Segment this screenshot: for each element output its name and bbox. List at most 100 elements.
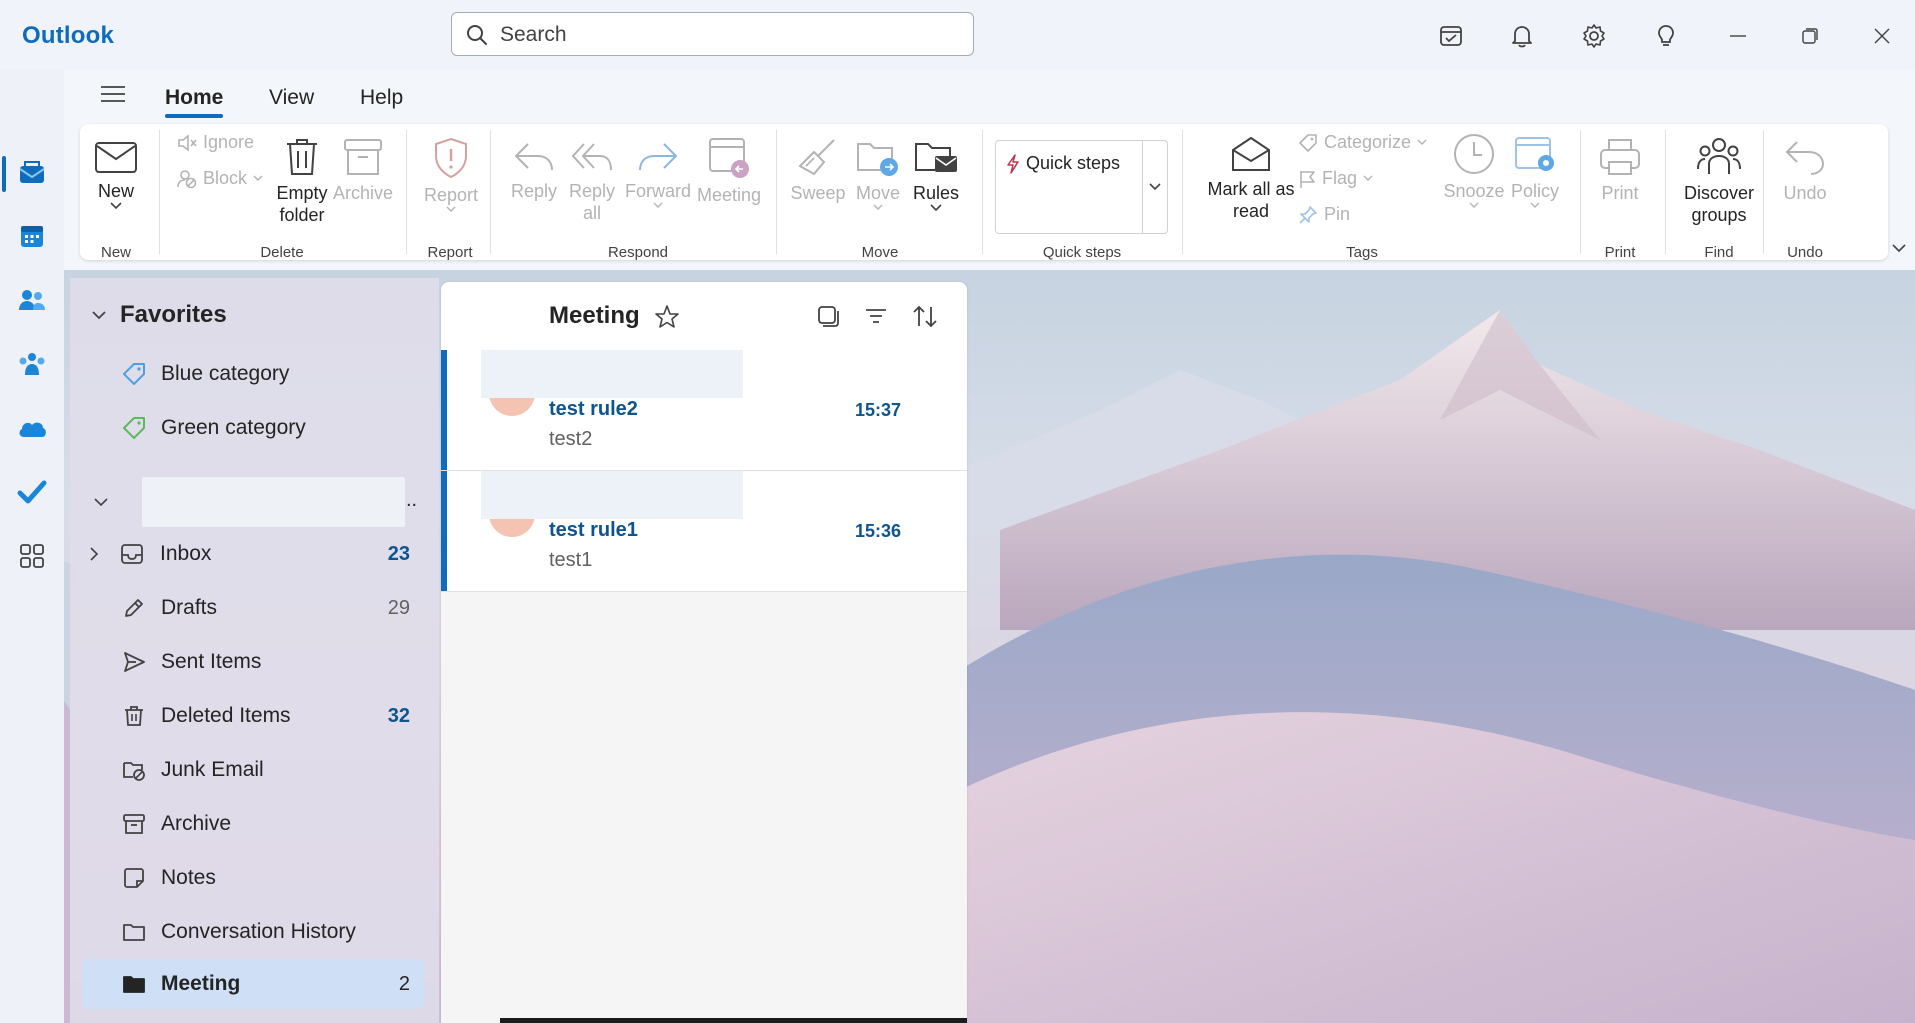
discover-groups-button[interactable]: Discover groups (1670, 136, 1768, 226)
quick-steps-expand-button[interactable] (1142, 141, 1167, 233)
more-apps-button[interactable] (0, 526, 64, 586)
folder-conversation-history[interactable]: Conversation History (82, 907, 424, 957)
search-input[interactable] (498, 19, 962, 51)
minimize-button[interactable] (1720, 18, 1756, 54)
reply-with-meeting-button[interactable]: Meeting (692, 136, 766, 206)
group-label-quick-steps: Quick steps (1042, 244, 1122, 261)
snooze-button[interactable]: Snooze (1442, 132, 1506, 213)
tips-button[interactable] (1648, 18, 1684, 54)
rules-button[interactable]: Rules (906, 136, 966, 216)
chevron-down-icon (1417, 139, 1427, 145)
print-button[interactable]: Print (1588, 136, 1652, 204)
folder-meeting[interactable]: Meeting 2 (82, 959, 424, 1009)
settings-button[interactable] (1576, 18, 1612, 54)
apps-grid-icon (20, 544, 44, 568)
tab-help[interactable]: Help (360, 86, 403, 110)
group-divider (1665, 130, 1666, 254)
chevron-down-icon (930, 204, 942, 212)
envelope-icon (95, 142, 137, 173)
account-header[interactable]: .. (92, 477, 422, 527)
reply-arrow-icon (514, 143, 553, 171)
sort-button[interactable] (911, 304, 939, 335)
folder-label: Blue category (161, 362, 290, 385)
empty-folder-button[interactable]: Empty folder (272, 136, 332, 226)
groups-app-button[interactable] (0, 334, 64, 394)
folder-deleted-items[interactable]: Deleted Items 32 (82, 691, 424, 741)
folder-junk-email[interactable]: Junk Email (82, 745, 424, 795)
block-label: Block (203, 168, 248, 188)
my-day-button[interactable] (1433, 18, 1469, 54)
block-button[interactable]: Block (177, 168, 263, 189)
favorites-title: Favorites (120, 301, 227, 328)
folder-drafts[interactable]: Drafts 29 (82, 583, 424, 633)
quick-steps-gallery[interactable]: Quick steps (995, 140, 1168, 234)
junk-folder-icon (123, 762, 145, 781)
tag-icon (123, 363, 145, 385)
pencil-icon (125, 599, 143, 617)
favorite-toggle-button[interactable] (654, 304, 680, 335)
group-divider (1182, 130, 1183, 254)
group-label-new: New (100, 244, 131, 261)
quick-steps-item[interactable]: Quick steps (1006, 153, 1120, 174)
message-time: 15:36 (854, 521, 901, 541)
navigation-toggle-button[interactable] (100, 84, 126, 109)
calendar-app-button[interactable] (0, 206, 64, 266)
categorize-button[interactable]: Categorize (1298, 132, 1427, 153)
undo-label: Undo (1783, 183, 1827, 203)
ignore-button[interactable]: Ignore (177, 132, 254, 153)
ribbon-expand-button[interactable] (1892, 240, 1906, 258)
calendar-reply-icon (709, 138, 749, 178)
forward-button[interactable]: Forward (622, 136, 694, 213)
mark-all-read-label: Mark all as read (1207, 179, 1295, 221)
title-bar: Outlook (0, 0, 1915, 70)
chevron-down-icon (1892, 244, 1906, 253)
restore-button[interactable] (1792, 18, 1828, 54)
report-label: Report (423, 185, 479, 205)
chevron-down-icon (110, 202, 122, 210)
group-label-delete: Delete (260, 244, 304, 261)
message-item[interactable]: test rule2 test2 15:37 (441, 350, 967, 471)
mail-app-button[interactable] (0, 142, 64, 202)
folder-filled-icon (123, 976, 145, 993)
filter-button[interactable] (864, 304, 888, 333)
reply-label: Reply (510, 181, 558, 201)
reply-all-button[interactable]: Reply all (562, 136, 622, 224)
mark-all-read-button[interactable]: Mark all as read (1196, 134, 1306, 222)
select-mode-button[interactable] (816, 304, 840, 333)
archive-box-icon (123, 814, 145, 834)
tab-view[interactable]: View (269, 86, 314, 110)
message-item[interactable]: test rule1 test1 15:36 (441, 471, 967, 592)
onedrive-app-button[interactable] (0, 398, 64, 458)
todo-app-button[interactable] (0, 462, 64, 522)
close-button[interactable] (1864, 18, 1900, 54)
favorite-blue-category[interactable]: Blue category (82, 349, 424, 399)
send-icon (124, 652, 145, 672)
reply-button[interactable]: Reply (504, 136, 564, 202)
archive-button[interactable]: Archive (330, 136, 396, 204)
flag-button[interactable]: Flag (1298, 168, 1373, 189)
inbox-icon (121, 544, 143, 564)
people-app-button[interactable] (0, 270, 64, 330)
ribbon-toolbar: New New Ignore Block Empty folder Archiv… (80, 124, 1906, 261)
move-button[interactable]: Move (848, 136, 908, 215)
notifications-button[interactable] (1504, 18, 1540, 54)
favorites-header[interactable]: Favorites (92, 301, 227, 329)
broom-icon (798, 139, 835, 176)
new-email-button[interactable]: New (88, 138, 144, 214)
note-icon (124, 868, 144, 888)
policy-button[interactable]: Policy (1504, 132, 1566, 213)
sweep-button[interactable]: Sweep (786, 136, 850, 204)
undo-button[interactable]: Undo (1772, 136, 1838, 204)
account-more[interactable]: .. (406, 489, 417, 512)
block-person-icon (177, 169, 197, 188)
pin-button[interactable]: Pin (1298, 204, 1350, 225)
cloud-icon (19, 422, 46, 437)
tab-home[interactable]: Home (165, 86, 223, 110)
folder-sent-items[interactable]: Sent Items (82, 637, 424, 687)
search-box[interactable] (451, 12, 974, 56)
report-button[interactable]: Report (418, 136, 484, 217)
group-label-find: Find (1704, 244, 1734, 261)
folder-archive[interactable]: Archive (82, 799, 424, 849)
folder-inbox[interactable]: Inbox 23 (82, 529, 424, 579)
folder-notes[interactable]: Notes (82, 853, 424, 903)
